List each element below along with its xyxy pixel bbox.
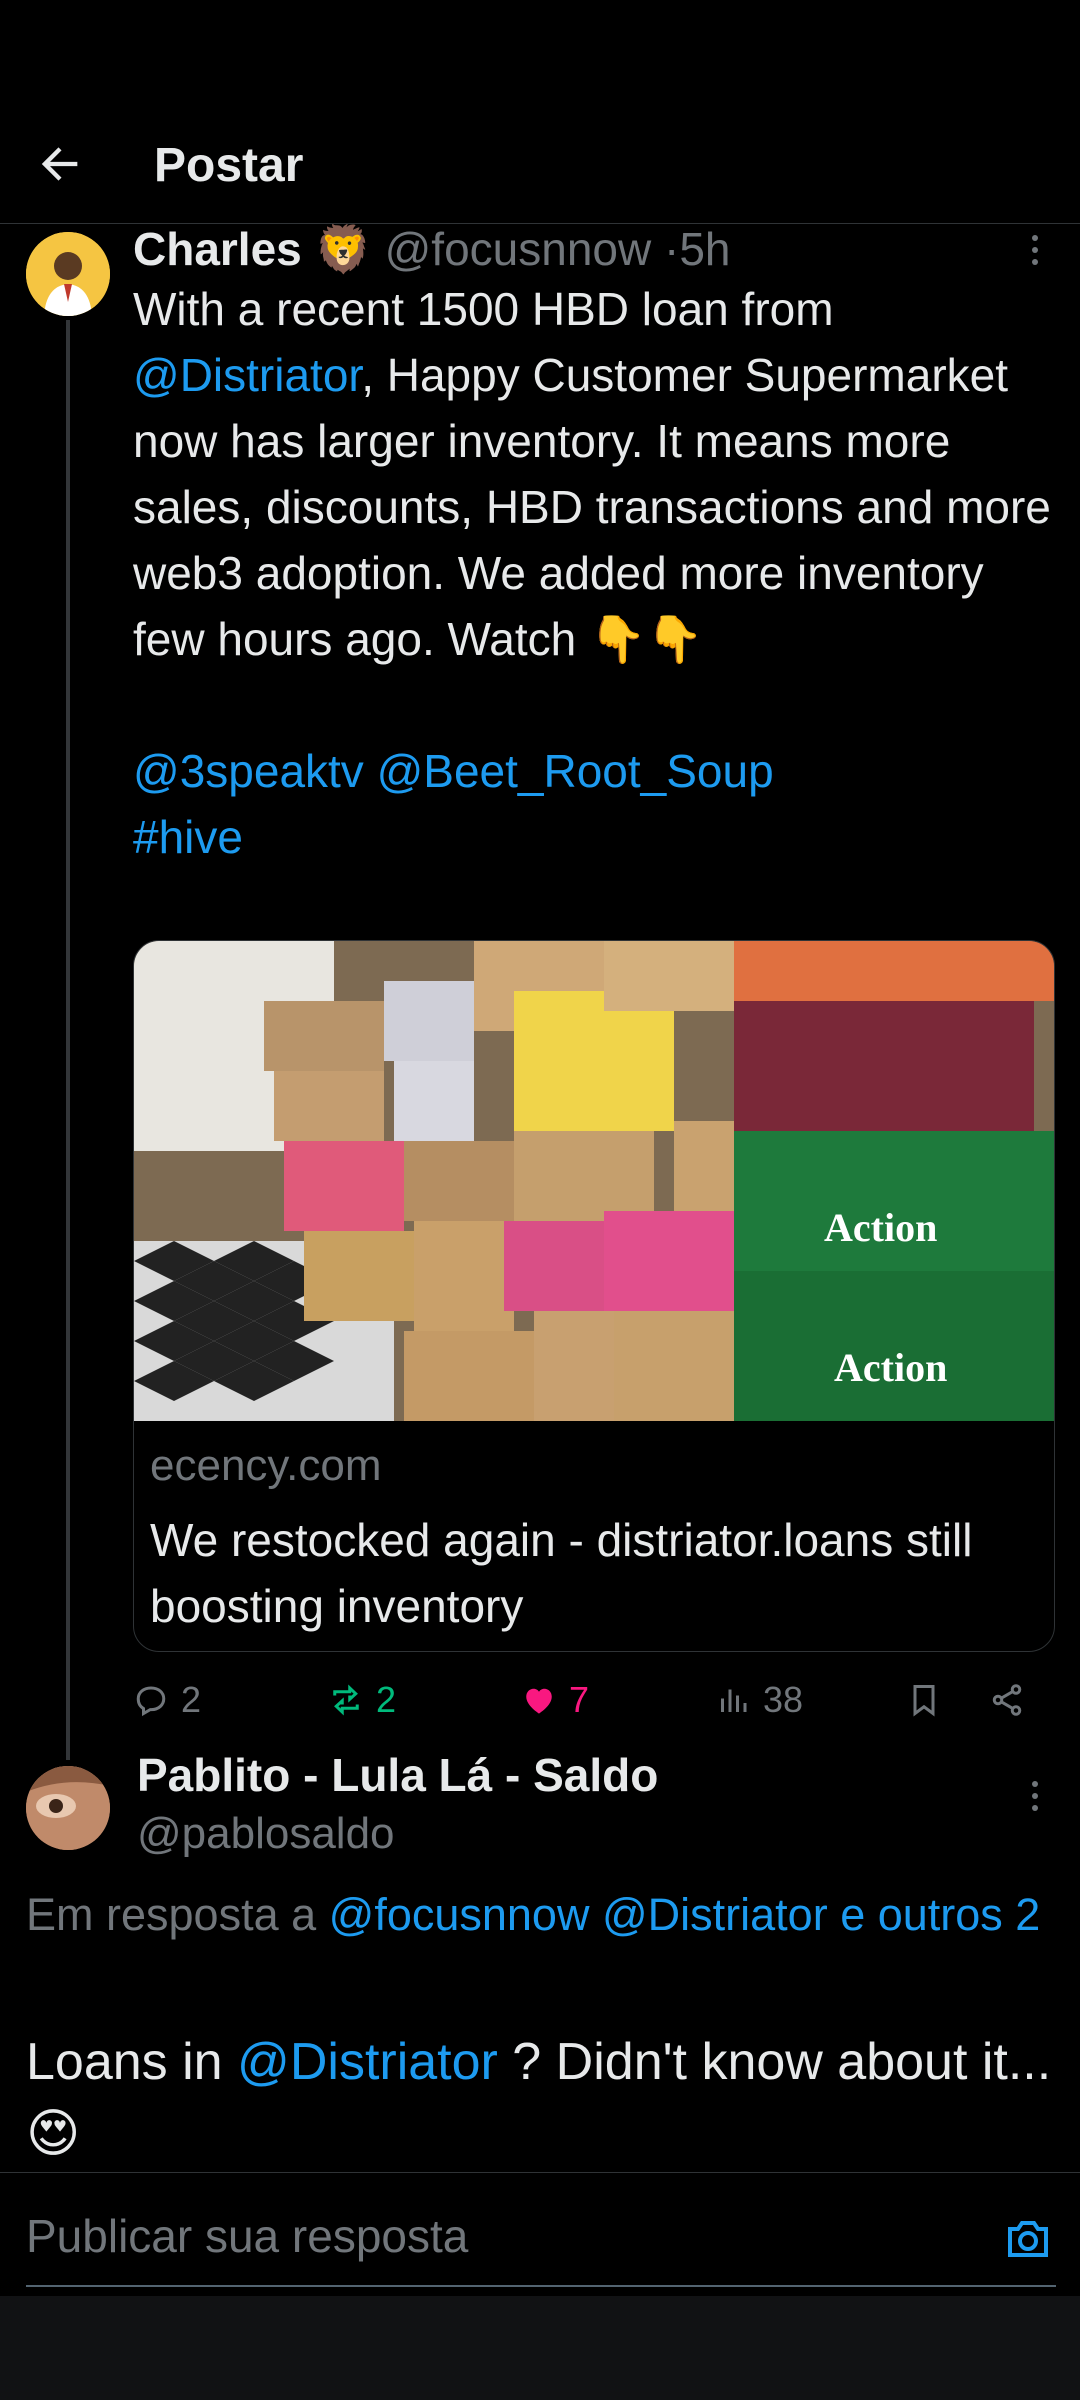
reply-author-avatar[interactable] [26, 1766, 110, 1850]
tweet-meta: Charles 🦁 @focusnnow ·5h [133, 220, 1053, 278]
lion-emoji: 🦁 [314, 222, 372, 276]
more-options-icon[interactable] [1025, 230, 1045, 270]
mention-link[interactable]: @Distriator [237, 2033, 498, 2091]
tweet-time: 5h [679, 223, 731, 275]
tweet-text: With a recent 1500 HBD loan from @Distri… [133, 276, 1053, 870]
retweet-icon [333, 1684, 359, 1716]
input-underline [26, 2285, 1056, 2287]
retweet-action[interactable]: 2 [328, 1670, 396, 1730]
mention-link[interactable]: @3speaktv [133, 745, 364, 797]
heart-icon [526, 1688, 552, 1714]
author-name[interactable]: Charles [133, 223, 302, 275]
retweet-count: 2 [376, 1679, 397, 1720]
in-reply-to: Em resposta a @focusnnow @Distriator e o… [26, 1882, 1046, 1948]
mention-link[interactable]: @Beet_Root_Soup [377, 745, 774, 797]
mention-link[interactable]: @Distriator [133, 349, 361, 401]
reply-composer: Publicar sua resposta [0, 2172, 1080, 2296]
meta-separator: · [664, 223, 680, 275]
reply-text: Loans in @Distriator ? Didn't know about… [26, 2026, 1056, 2170]
like-action[interactable]: 7 [521, 1670, 589, 1730]
like-count: 7 [569, 1679, 590, 1720]
more-options-icon[interactable] [1025, 1776, 1045, 1816]
reply-text-part: ? Didn't know about it... [497, 2033, 1052, 2091]
card-image: Action Action [134, 941, 1054, 1421]
main-tweet[interactable]: Charles 🦁 @focusnnow ·5h With a recent 1… [133, 220, 1053, 870]
card-domain: ecency.com [150, 1441, 382, 1490]
pointing-down-emoji: 👇👇 [588, 612, 704, 666]
page-title: Postar [154, 139, 304, 192]
heart-eyes-emoji: 😍 [26, 2104, 81, 2164]
reply-icon [136, 1686, 166, 1717]
link-preview-card[interactable]: Action Action ecency.com We restocked ag… [133, 940, 1055, 1652]
reply-input[interactable]: Publicar sua resposta [26, 2209, 468, 2263]
views-action[interactable]: 38 [715, 1670, 803, 1730]
top-app-bar: Postar [0, 0, 1080, 224]
card-title: We restocked again - distriator.loans st… [150, 1514, 973, 1632]
reply-author-handle[interactable]: @pablosaldo [137, 1806, 395, 1862]
mention-link[interactable]: @Distriator [602, 1889, 828, 1940]
share-icon[interactable] [989, 1682, 1025, 1718]
reply-text-part: Loans in [26, 2033, 238, 2091]
back-arrow-icon[interactable] [34, 138, 86, 190]
views-chart-icon [721, 1689, 747, 1712]
author-handle[interactable]: @focusnnow [385, 223, 652, 275]
mention-link[interactable]: @focusnnow [329, 1889, 590, 1940]
hashtag-link[interactable]: #hive [133, 811, 243, 863]
reply-author-name[interactable]: Pablito - Lula Lá - Saldo [137, 1746, 658, 1804]
bookmark-icon[interactable] [906, 1682, 942, 1718]
reply-action[interactable]: 2 [133, 1670, 201, 1730]
tweet-actions: 2 2 7 38 [133, 1670, 1055, 1730]
in-reply-prefix: Em resposta a [26, 1889, 329, 1940]
camera-icon[interactable] [1004, 2217, 1052, 2261]
svg-text:Action: Action [834, 1345, 947, 1390]
svg-text:Action: Action [824, 1205, 937, 1250]
reply-count: 2 [181, 1679, 202, 1720]
author-avatar[interactable] [26, 232, 110, 316]
others-link[interactable]: e outros 2 [840, 1889, 1040, 1940]
views-count: 38 [763, 1679, 804, 1720]
system-navigation-bar [0, 2296, 1080, 2400]
tweet-text-part: With a recent 1500 HBD loan from [133, 283, 834, 335]
thread-connector-line [66, 320, 70, 1760]
